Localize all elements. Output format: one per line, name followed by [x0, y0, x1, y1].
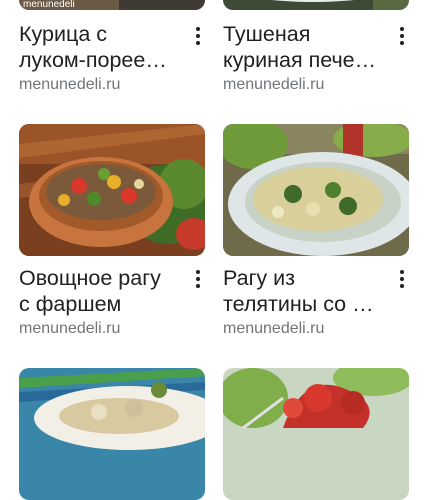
result-source: menunedeli.ru	[19, 76, 121, 93]
chicken-dish-photo: menunedeli	[19, 0, 205, 10]
tomato-salad-photo	[223, 368, 409, 500]
stewed-liver-photo	[223, 0, 409, 10]
result-thumbnail[interactable]	[19, 124, 205, 256]
vegetable-stew-photo	[19, 124, 205, 256]
result-title-line: куриная пече…	[223, 48, 377, 72]
result-title-line: телятины со …	[223, 292, 374, 316]
result-source: menunedeli.ru	[223, 76, 325, 93]
result-title[interactable]: Овощное рагу с фаршем	[19, 265, 179, 317]
result-title-line: Рагу из	[223, 266, 296, 290]
result-source: menunedeli.ru	[223, 320, 325, 337]
more-vert-icon[interactable]	[395, 266, 409, 292]
result-card[interactable]: Тушеная куриная пече… menunedeli.ru	[223, 0, 409, 100]
result-card[interactable]: Рагу из телятины со … menunedeli.ru	[223, 124, 409, 344]
result-title-line: луком-порее…	[19, 48, 167, 72]
watermark-text: menunedeli	[23, 0, 75, 10]
result-thumbnail[interactable]	[223, 124, 409, 256]
result-title[interactable]: Рагу из телятины со …	[223, 265, 383, 317]
result-title[interactable]: Тушеная куриная пече…	[223, 21, 383, 73]
result-source: menunedeli.ru	[19, 320, 121, 337]
result-thumbnail[interactable]	[19, 368, 205, 500]
result-title[interactable]: Курица с луком-порее…	[19, 21, 179, 73]
dumplings-photo	[19, 368, 205, 500]
result-card[interactable]	[223, 368, 409, 500]
result-card[interactable]: Овощное рагу с фаршем menunedeli.ru	[19, 124, 205, 344]
result-thumbnail[interactable]	[223, 368, 409, 500]
result-title-line: Тушеная	[223, 22, 311, 46]
more-vert-icon[interactable]	[395, 23, 409, 49]
result-title-line: Овощное рагу	[19, 266, 161, 290]
veal-stew-photo	[223, 124, 409, 256]
result-thumbnail[interactable]: menunedeli	[19, 0, 205, 10]
result-thumbnail[interactable]	[223, 0, 409, 10]
result-title-line: с фаршем	[19, 292, 122, 316]
more-vert-icon[interactable]	[191, 266, 205, 292]
result-card[interactable]: menunedeli Курица с луком-порее… menuned…	[19, 0, 205, 100]
more-vert-icon[interactable]	[191, 23, 205, 49]
result-card[interactable]	[19, 368, 205, 500]
result-title-line: Курица с	[19, 22, 107, 46]
